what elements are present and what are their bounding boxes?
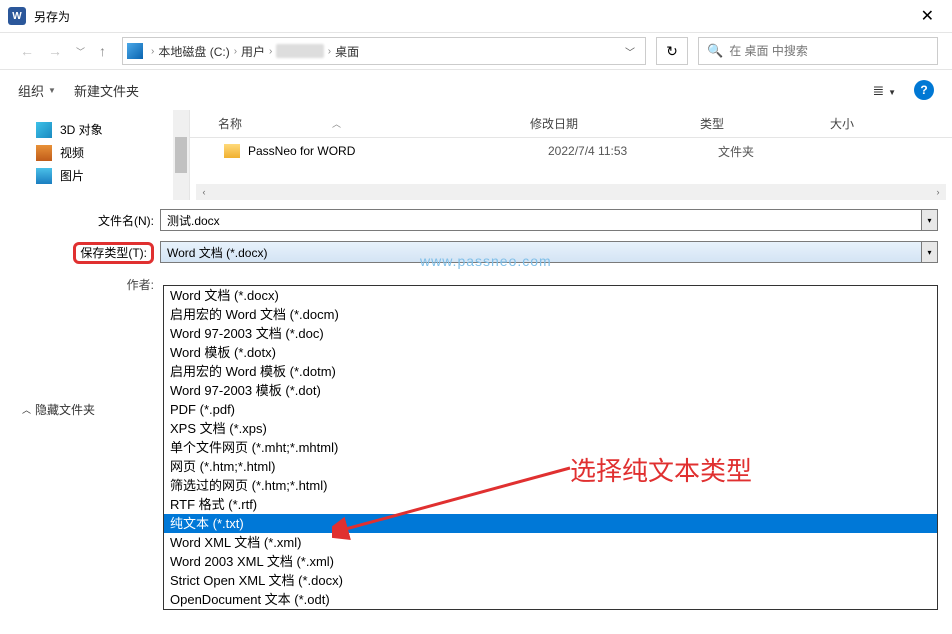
sidebar-item-label: 图片	[60, 167, 84, 184]
file-date: 2022/7/4 11:53	[548, 144, 718, 158]
savetype-option[interactable]: 纯文本 (*.txt)	[164, 514, 937, 533]
drive-icon	[127, 43, 143, 59]
savetype-combo[interactable]	[160, 241, 922, 263]
breadcrumb-item[interactable]: 桌面	[335, 43, 359, 60]
file-list-header: 名称 ︿ 修改日期 类型 大小	[190, 110, 952, 138]
savetype-option[interactable]: 单个文件网页 (*.mht;*.mhtml)	[164, 438, 937, 457]
horizontal-scrollbar[interactable]: ‹ ›	[196, 184, 946, 200]
savetype-option[interactable]: Word 文档 (*.docx)	[164, 286, 937, 305]
file-row[interactable]: PassNeo for WORD 2022/7/4 11:53 文件夹	[190, 138, 952, 164]
savetype-option[interactable]: XPS 文档 (*.xps)	[164, 419, 937, 438]
sidebar-scrollbar[interactable]	[173, 110, 189, 200]
main-area: 3D 对象 视频 图片 名称 ︿ 修改日期 类型 大小 PassNeo for …	[0, 110, 952, 200]
savetype-option[interactable]: 网页 (*.htm;*.html)	[164, 457, 937, 476]
titlebar: W 另存为 ✕	[0, 0, 952, 32]
breadcrumb-item[interactable]: 本地磁盘 (C:)	[158, 43, 229, 60]
savetype-label: 保存类型(T):	[73, 242, 154, 264]
column-size-header[interactable]: 大小	[830, 115, 890, 132]
folder-icon	[224, 144, 240, 158]
savetype-option[interactable]: OpenDocument 文本 (*.odt)	[164, 590, 937, 609]
file-name: PassNeo for WORD	[248, 144, 548, 158]
back-button[interactable]: ←	[14, 39, 40, 63]
close-button[interactable]: ✕	[911, 2, 944, 30]
file-list-area: 名称 ︿ 修改日期 类型 大小 PassNeo for WORD 2022/7/…	[190, 110, 952, 200]
new-folder-button[interactable]: 新建文件夹	[74, 81, 139, 100]
savetype-option[interactable]: PDF (*.pdf)	[164, 400, 937, 419]
column-type-header[interactable]: 类型	[700, 115, 830, 132]
breadcrumb-item[interactable]: 用户	[241, 43, 265, 60]
savetype-option[interactable]: 筛选过的网页 (*.htm;*.html)	[164, 476, 937, 495]
search-box[interactable]: 🔍	[698, 37, 938, 65]
help-button[interactable]: ?	[914, 80, 934, 100]
scroll-right-icon[interactable]: ›	[930, 184, 946, 200]
forward-button[interactable]: →	[42, 39, 68, 63]
window-title: 另存为	[34, 8, 70, 25]
breadcrumb-item-redacted[interactable]: user	[276, 44, 323, 58]
hide-folders-toggle[interactable]: ︿ 隐藏文件夹	[22, 401, 95, 418]
chevron-up-icon: ︿	[22, 403, 31, 416]
sort-indicator-icon: ︿	[332, 117, 341, 130]
sidebar-item-videos[interactable]: 视频	[36, 141, 189, 164]
savetype-option[interactable]: Strict Open XML 文档 (*.docx)	[164, 571, 937, 590]
author-label: 作者:	[14, 276, 160, 293]
chevron-right-icon: ›	[269, 46, 272, 57]
organize-button[interactable]: 组织 ▼	[18, 81, 56, 100]
hide-folders-label: 隐藏文件夹	[35, 401, 95, 418]
pictures-icon	[36, 168, 52, 184]
filename-dropdown-button[interactable]: ▾	[922, 209, 938, 231]
chevron-right-icon: ›	[234, 46, 237, 57]
recent-dropdown-button[interactable]: ﹀	[70, 41, 91, 62]
breadcrumb[interactable]: › 本地磁盘 (C:) › 用户 › user › 桌面 ﹀	[122, 37, 646, 65]
navbar: ← → ﹀ ↑ › 本地磁盘 (C:) › 用户 › user › 桌面 ﹀ ↻…	[0, 32, 952, 70]
chevron-down-icon: ▼	[48, 86, 56, 95]
sidebar-item-3d[interactable]: 3D 对象	[36, 118, 189, 141]
chevron-right-icon: ›	[328, 46, 331, 57]
scrollbar-thumb[interactable]	[175, 137, 187, 173]
search-icon: 🔍	[707, 43, 723, 59]
sidebar-item-pictures[interactable]: 图片	[36, 164, 189, 187]
word-app-icon: W	[8, 7, 26, 25]
savetype-option[interactable]: Word 2003 XML 文档 (*.xml)	[164, 552, 937, 571]
toolbar: 组织 ▼ 新建文件夹 ≣ ▼ ?	[0, 70, 952, 110]
filename-label: 文件名(N):	[14, 212, 160, 229]
savetype-label-wrapper: 保存类型(T):	[14, 244, 160, 261]
savetype-dropdown-button[interactable]: ▾	[922, 241, 938, 263]
savetype-option[interactable]: Word 模板 (*.dotx)	[164, 343, 937, 362]
videos-icon	[36, 145, 52, 161]
view-options-button[interactable]: ≣ ▼	[872, 82, 896, 99]
sidebar-item-label: 视频	[60, 144, 84, 161]
breadcrumb-dropdown-icon[interactable]: ﹀	[619, 44, 641, 59]
column-name-label: 名称	[218, 115, 242, 132]
filename-input[interactable]	[160, 209, 922, 231]
savetype-option[interactable]: 启用宏的 Word 文档 (*.docm)	[164, 305, 937, 324]
chevron-right-icon: ›	[151, 46, 154, 57]
search-input[interactable]	[729, 44, 929, 58]
savetype-option[interactable]: RTF 格式 (*.rtf)	[164, 495, 937, 514]
savetype-option[interactable]: Word XML 文档 (*.xml)	[164, 533, 937, 552]
organize-label: 组织	[18, 81, 44, 100]
refresh-button[interactable]: ↻	[656, 37, 688, 65]
sidebar-item-label: 3D 对象	[60, 121, 103, 138]
savetype-option[interactable]: 启用宏的 Word 模板 (*.dotm)	[164, 362, 937, 381]
savetype-option[interactable]: Word 97-2003 模板 (*.dot)	[164, 381, 937, 400]
up-button[interactable]: ↑	[93, 39, 112, 63]
column-name-header[interactable]: 名称 ︿	[190, 115, 530, 132]
sidebar: 3D 对象 视频 图片	[0, 110, 190, 200]
scroll-left-icon[interactable]: ‹	[196, 184, 212, 200]
savetype-dropdown-list[interactable]: Word 文档 (*.docx)启用宏的 Word 文档 (*.docm)Wor…	[163, 285, 938, 610]
savetype-option[interactable]: Word 97-2003 文档 (*.doc)	[164, 324, 937, 343]
column-date-header[interactable]: 修改日期	[530, 115, 700, 132]
3d-objects-icon	[36, 122, 52, 138]
save-form: 文件名(N): ▾ 保存类型(T): ▾ 作者:	[0, 200, 952, 298]
file-type: 文件夹	[718, 143, 848, 160]
